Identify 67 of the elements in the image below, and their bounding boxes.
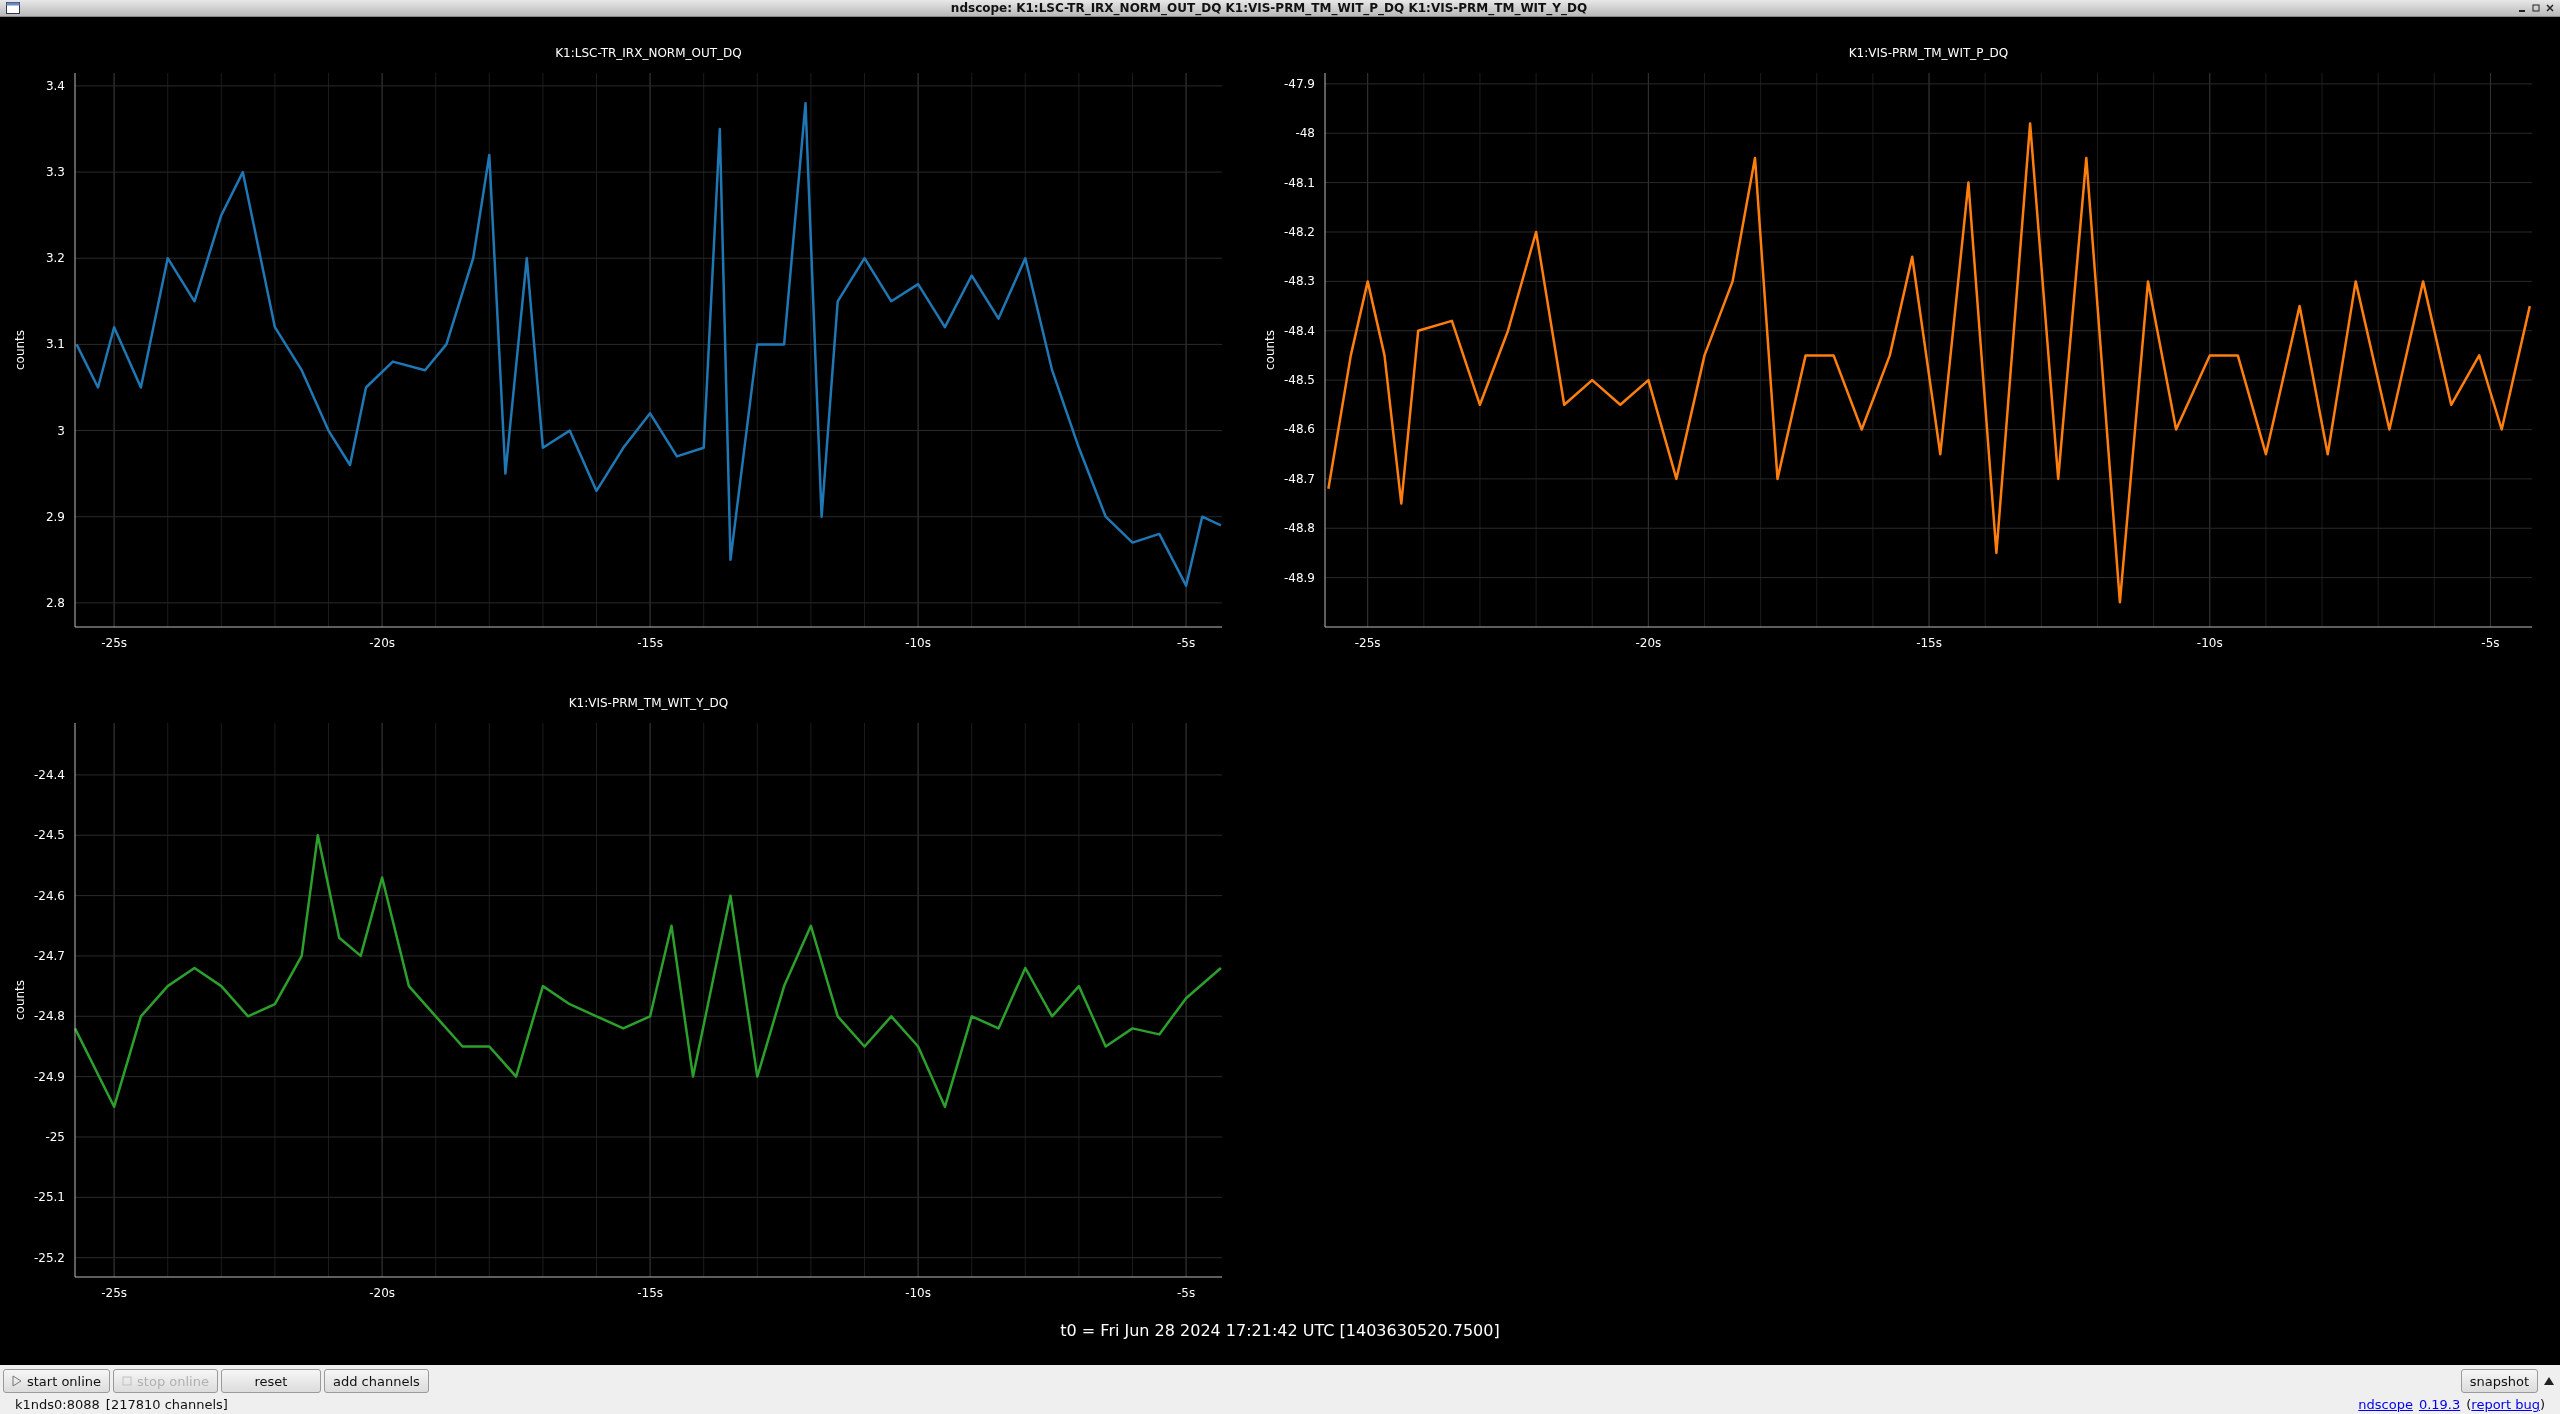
- y-tick-label: -48: [1295, 126, 1315, 141]
- expand-icon[interactable]: [2543, 1376, 2555, 1386]
- toolbar-button[interactable]: add channels: [323, 1369, 429, 1393]
- plot-title: K1:VIS-PRM_TM_WIT_Y_DQ: [568, 696, 729, 710]
- y-tick-label: -24.5: [33, 828, 65, 843]
- close-icon[interactable]: [2546, 3, 2554, 13]
- parenthesis: ): [2539, 1397, 2545, 1412]
- maximize-icon[interactable]: [2532, 3, 2540, 13]
- y-tick-label: -48.2: [1283, 225, 1315, 239]
- x-tick-label: -20s: [369, 636, 396, 650]
- snapshot-button[interactable]: snapshot: [2460, 1369, 2538, 1393]
- x-tick-label: -10s: [905, 636, 932, 650]
- window-icon: [6, 2, 20, 14]
- y-tick-label: -48.3: [1283, 274, 1315, 289]
- y-tick-label: -48.1: [1283, 175, 1315, 190]
- y-tick-label: -25: [45, 1130, 65, 1144]
- y-tick-label: -48.4: [1283, 323, 1315, 338]
- y-tick-label: -48.7: [1283, 471, 1315, 486]
- y-tick-label: 2.9: [45, 509, 65, 524]
- axis-label: counts: [13, 329, 27, 371]
- plot-title: K1:LSC-TR_IRX_NORM_OUT_DQ: [555, 46, 742, 60]
- server-address: k1nds0:8088: [15, 1397, 100, 1412]
- y-tick-label: 3: [57, 423, 65, 438]
- toolbar-button[interactable]: start online: [3, 1369, 111, 1393]
- x-tick-label: -15s: [637, 636, 664, 650]
- x-tick-label: -15s: [637, 1286, 664, 1300]
- plot-title: K1:VIS-PRM_TM_WIT_P_DQ: [1848, 46, 2009, 60]
- y-tick-label: -48.5: [1283, 373, 1315, 388]
- y-tick-label: -24.8: [33, 1009, 65, 1024]
- y-tick-label: -48.9: [1283, 570, 1315, 585]
- time-origin-label: t0 = Fri Jun 28 2024 17:21:42 UTC [1403630520.7500]: [1059, 1320, 1501, 1340]
- play-icon: [12, 1375, 22, 1387]
- x-tick-label: -25s: [101, 636, 128, 650]
- x-tick-label: -5s: [1177, 1286, 1196, 1300]
- y-tick-label: 2.8: [45, 595, 65, 610]
- x-tick-label: -10s: [905, 1286, 932, 1300]
- x-tick-label: -10s: [2196, 636, 2223, 650]
- x-tick-label: -20s: [1635, 636, 1662, 650]
- toolbar-button[interactable]: reset: [220, 1369, 321, 1393]
- stop-icon: [122, 1376, 133, 1386]
- y-tick-label: -47.9: [1283, 76, 1315, 91]
- x-tick-label: -25s: [101, 1286, 128, 1300]
- y-tick-label: 3.1: [45, 337, 65, 352]
- x-tick-label: -25s: [1354, 636, 1381, 650]
- y-tick-label: 3.4: [45, 78, 65, 93]
- x-tick-label: -5s: [2481, 636, 2500, 650]
- window-title: ndscope: K1:LSC-TR_IRX_NORM_OUT_DQ K1:VIS-PRM_TM_WIT_P_DQ K1:VIS-PRM_TM_WIT_Y_DQ: [950, 1, 1588, 15]
- y-tick-label: -48.8: [1283, 521, 1315, 536]
- y-tick-label: -24.4: [33, 767, 65, 782]
- y-tick-label: -25.2: [33, 1250, 65, 1265]
- y-tick-label: 3.2: [45, 251, 65, 266]
- channel-count: [217810 channels]: [105, 1397, 228, 1412]
- parenthesis: (: [2466, 1397, 2472, 1412]
- y-tick-label: -24.6: [33, 888, 65, 903]
- x-tick-label: -20s: [369, 1286, 396, 1300]
- x-tick-label: -5s: [1177, 636, 1196, 650]
- y-tick-label: -25.1: [33, 1190, 65, 1205]
- axis-label: counts: [1263, 329, 1277, 371]
- y-tick-label: 3.3: [45, 165, 65, 180]
- x-tick-label: -15s: [1916, 636, 1942, 650]
- version-link[interactable]: 0.19.3: [2418, 1397, 2461, 1412]
- report-bug-link[interactable]: report bug: [2471, 1397, 2540, 1412]
- y-tick-label: -24.9: [33, 1069, 65, 1084]
- app-link[interactable]: ndscope: [2358, 1397, 2413, 1412]
- y-tick-label: -24.7: [33, 948, 65, 963]
- axis-label: counts: [13, 979, 27, 1021]
- y-tick-label: -48.6: [1283, 422, 1315, 437]
